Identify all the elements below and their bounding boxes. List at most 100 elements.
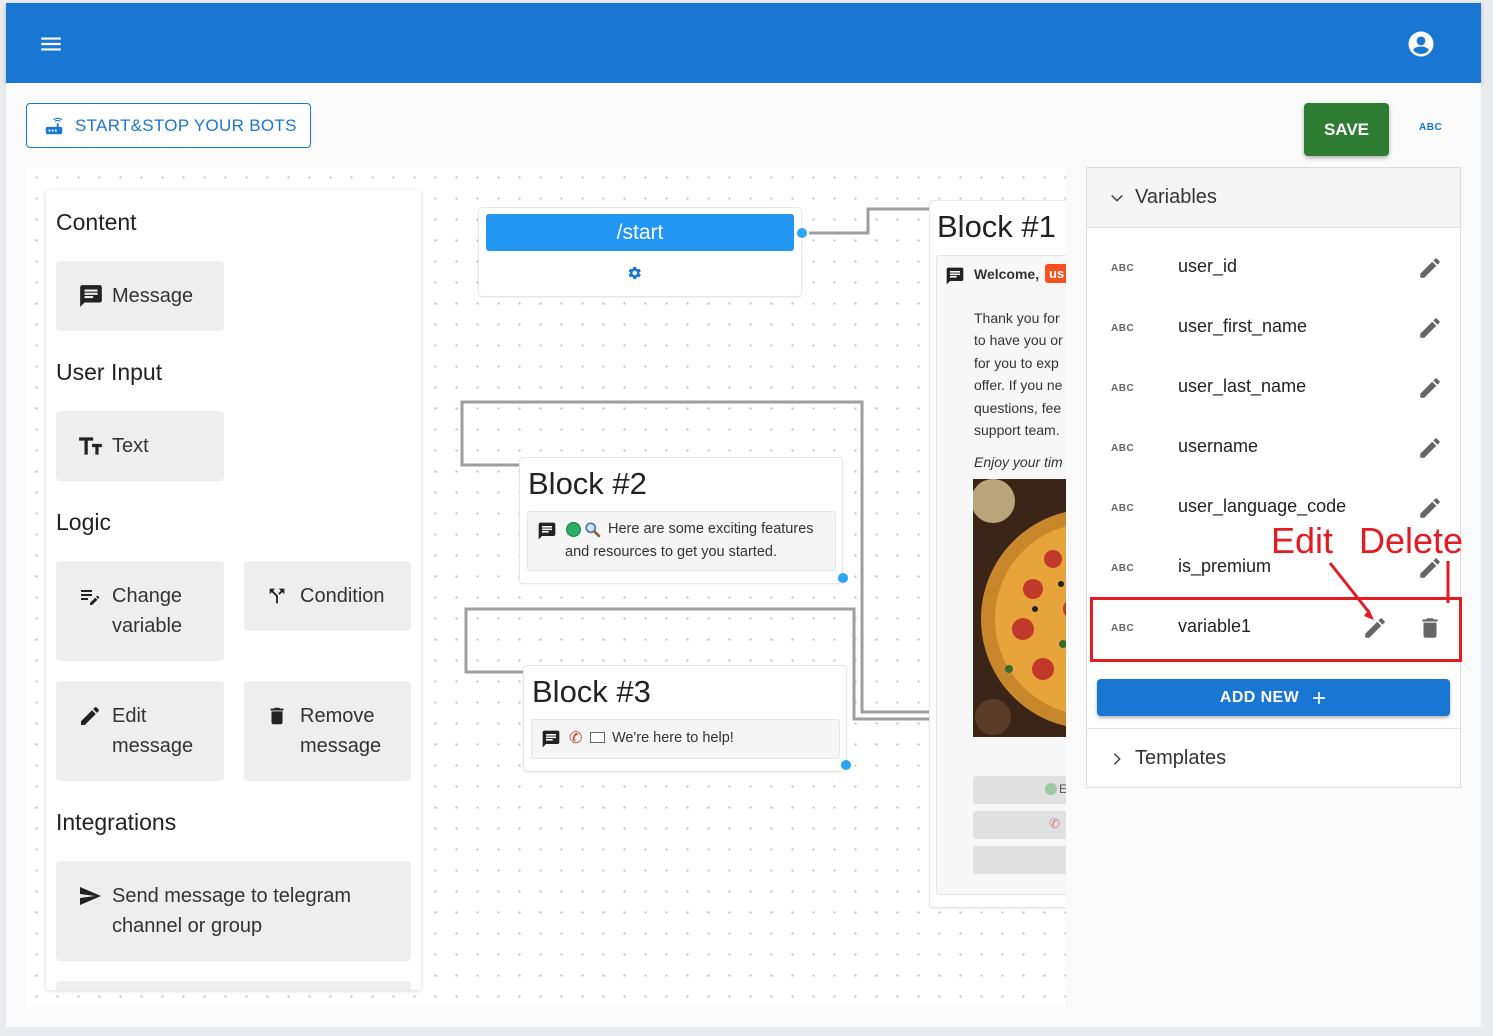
block-1-inline-button[interactable]: E (973, 776, 1066, 804)
variable-row[interactable]: ABC user_last_name (1087, 358, 1460, 418)
abc-type-icon: ABC (1111, 323, 1135, 334)
phone-icon: ✆ (1049, 816, 1060, 831)
pencil-icon[interactable] (1417, 375, 1443, 401)
templates-accordion-header[interactable]: Templates (1087, 728, 1460, 788)
variable-name: is_premium (1178, 556, 1272, 576)
edit-message-block-button[interactable]: Edit message (56, 681, 224, 781)
magnifier-icon (585, 522, 601, 538)
envelope-icon (590, 732, 605, 743)
settings-icon[interactable] (625, 264, 643, 282)
message-icon (542, 730, 560, 748)
block-1-body-line: for you to exp (974, 354, 1059, 371)
remove-message-label-1: Remove (300, 705, 375, 727)
text-fields-icon (79, 437, 102, 455)
block-3-node[interactable]: Block #3 ✆ We're here to help! (523, 665, 847, 772)
templates-header-label: Templates (1135, 747, 1227, 769)
edit-message-label-1: Edit (112, 705, 147, 727)
remove-message-block-button[interactable]: Remove message (244, 681, 411, 781)
change-variable-label-2: variable (112, 615, 183, 637)
start-node[interactable]: /start (478, 207, 802, 297)
pencil-icon[interactable] (1417, 315, 1443, 341)
variable-row[interactable]: ABC user_first_name (1087, 298, 1460, 358)
next-palette-block-button[interactable] (56, 981, 411, 990)
save-button[interactable]: SAVE (1304, 103, 1389, 156)
abc-type-icon: ABC (1111, 383, 1135, 394)
variables-panel: Variables ABC user_id ABC user_first_nam… (1086, 167, 1461, 788)
add-new-label: ADD NEW (1219, 688, 1300, 706)
block-1-body-line: questions, fee (974, 399, 1062, 416)
pizza-image (973, 479, 1066, 737)
message-icon (80, 285, 102, 307)
block-1-message[interactable]: Welcome, us Thank you for to have you or… (936, 255, 1066, 895)
menu-icon[interactable] (38, 31, 64, 57)
block-1-body-line: offer. If you ne (974, 377, 1063, 394)
text-input-block-button[interactable]: Text (56, 411, 224, 481)
variable-name: user_first_name (1178, 316, 1308, 336)
block-1-body: Thank you for to have you or for you to … (974, 307, 1063, 441)
abc-type-icon: ABC (1111, 563, 1135, 574)
block-2-output-handle[interactable] (837, 572, 849, 584)
message-block-button[interactable]: Message (56, 261, 224, 331)
router-icon (45, 117, 63, 134)
block-1-node[interactable]: Block #1 Welcome, us Thank you for to ha… (929, 200, 1066, 908)
start-stop-bots-button[interactable]: START&STOP YOUR BOTS (26, 103, 311, 148)
block-1-button-1-label: E (1059, 782, 1066, 796)
change-variable-label-1: Change (112, 585, 183, 607)
block-2-node[interactable]: Block #2 Here are some exciting features… (519, 457, 843, 584)
pencil-icon[interactable] (1417, 435, 1443, 461)
remove-message-label-2: message (300, 735, 382, 757)
abc-type-icon: ABC (1111, 503, 1135, 514)
block-3-output-handle[interactable] (840, 759, 852, 771)
send-telegram-block-button[interactable]: Send message to telegram channel or group (56, 861, 411, 961)
plus-icon (1313, 691, 1326, 704)
pencil-icon (81, 706, 100, 725)
block-palette: Content Message User Input Text Logic Ch… (46, 190, 421, 990)
main-area: START&STOP YOUR BOTS SAVE ABC Content Me… (6, 83, 1481, 1027)
content-heading: Content (56, 209, 137, 235)
block-2-text-line-2: and resources to get you started. (565, 544, 777, 560)
condition-block-button[interactable]: Condition (244, 561, 411, 631)
pencil-icon[interactable] (1417, 495, 1443, 521)
block-1-title: Block #1 (937, 209, 1056, 244)
block-1-variable-tag: us (1045, 264, 1066, 283)
block-1-header: Welcome, (974, 266, 1040, 282)
variables-accordion-header[interactable]: Variables (1087, 168, 1460, 228)
edit-note-icon (81, 590, 100, 605)
send-icon (80, 887, 101, 905)
highlight-box (1090, 597, 1462, 662)
send-telegram-label-2: channel or group (112, 915, 263, 937)
variable-name: user_language_code (1178, 496, 1347, 516)
flow-canvas[interactable]: Content Message User Input Text Logic Ch… (26, 167, 1066, 1007)
message-icon (538, 522, 556, 540)
integrations-heading: Integrations (56, 809, 177, 835)
pencil-icon[interactable] (1417, 255, 1443, 281)
change-variable-block-button[interactable]: Change variable (56, 561, 224, 661)
block-3-title: Block #3 (532, 674, 651, 709)
message-block-label: Message (112, 285, 194, 307)
block-3-message[interactable]: ✆ We're here to help! (531, 719, 840, 759)
condition-block-label: Condition (300, 585, 385, 607)
block-1-inline-button[interactable] (973, 846, 1066, 874)
start-command-label: /start (486, 214, 794, 251)
variable-name: username (1178, 436, 1259, 456)
block-2-text-line-1: Here are some exciting features (608, 521, 814, 537)
abc-type-button[interactable]: ABC (1419, 122, 1442, 133)
variable-row[interactable]: ABC username (1087, 418, 1460, 478)
block-1-italic-text: Enjoy your tim (974, 454, 1063, 470)
phone-icon: ✆ (569, 730, 583, 747)
text-input-block-label: Text (112, 435, 149, 457)
trash-icon (270, 707, 284, 725)
add-new-variable-button[interactable]: ADD NEW (1097, 679, 1450, 716)
variable-row[interactable]: ABC user_id (1087, 238, 1460, 298)
start-node-output-handle[interactable] (796, 227, 808, 239)
send-telegram-label-1: Send message to telegram (112, 885, 352, 907)
variable-name: user_id (1178, 256, 1238, 276)
green-circle-icon (566, 522, 581, 537)
block-2-title: Block #2 (528, 466, 647, 501)
variables-header-label: Variables (1135, 186, 1217, 208)
block-1-inline-button[interactable]: ✆ (973, 811, 1066, 839)
block-1-body-line: Thank you for (974, 310, 1060, 326)
block-1-body-line: to have you or (974, 332, 1063, 349)
block-2-message[interactable]: Here are some exciting features and reso… (527, 511, 836, 571)
account-circle-icon[interactable] (1406, 29, 1436, 59)
